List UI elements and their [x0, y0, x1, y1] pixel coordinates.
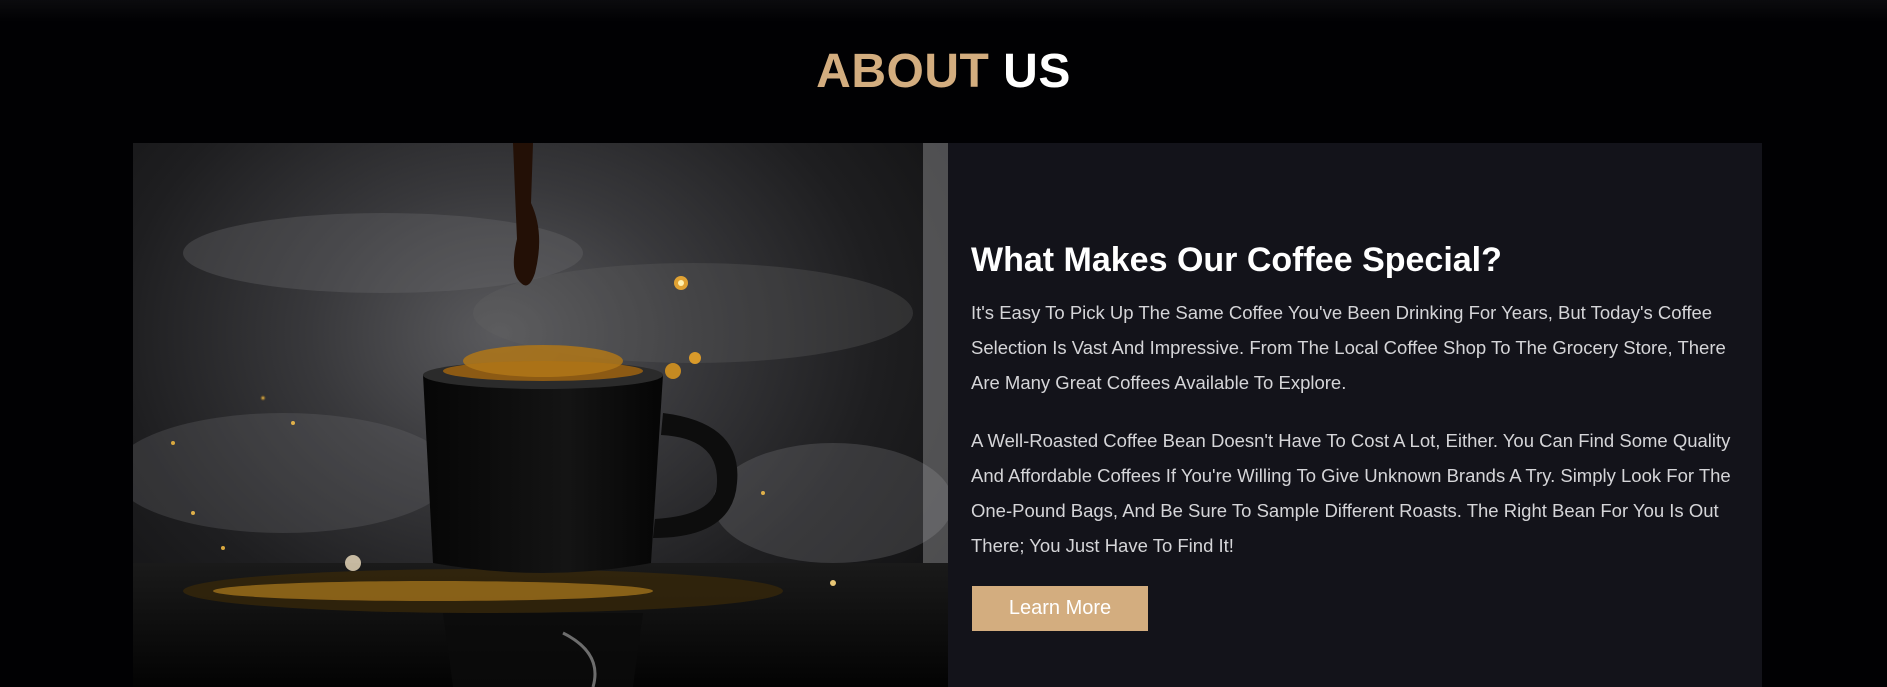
title-accent: ABOUT [816, 45, 990, 98]
content-paragraph-1: It's Easy To Pick Up The Same Coffee You… [971, 302, 1726, 393]
coffee-cup-photo [133, 143, 948, 687]
coffee-cup-illustration [133, 143, 948, 687]
section-title: ABOUT US [0, 44, 1887, 99]
top-fade [0, 0, 1887, 22]
learn-more-button[interactable]: Learn More [972, 586, 1148, 631]
content-paragraph-2: A Well-Roasted Coffee Bean Doesn't Have … [971, 430, 1731, 556]
content-heading: What Makes Our Coffee Special? [971, 241, 1502, 279]
content-panel: What Makes Our Coffee Special? It's Easy… [948, 143, 1762, 687]
about-row: What Makes Our Coffee Special? It's Easy… [133, 143, 1762, 687]
title-rest: US [1003, 45, 1071, 98]
